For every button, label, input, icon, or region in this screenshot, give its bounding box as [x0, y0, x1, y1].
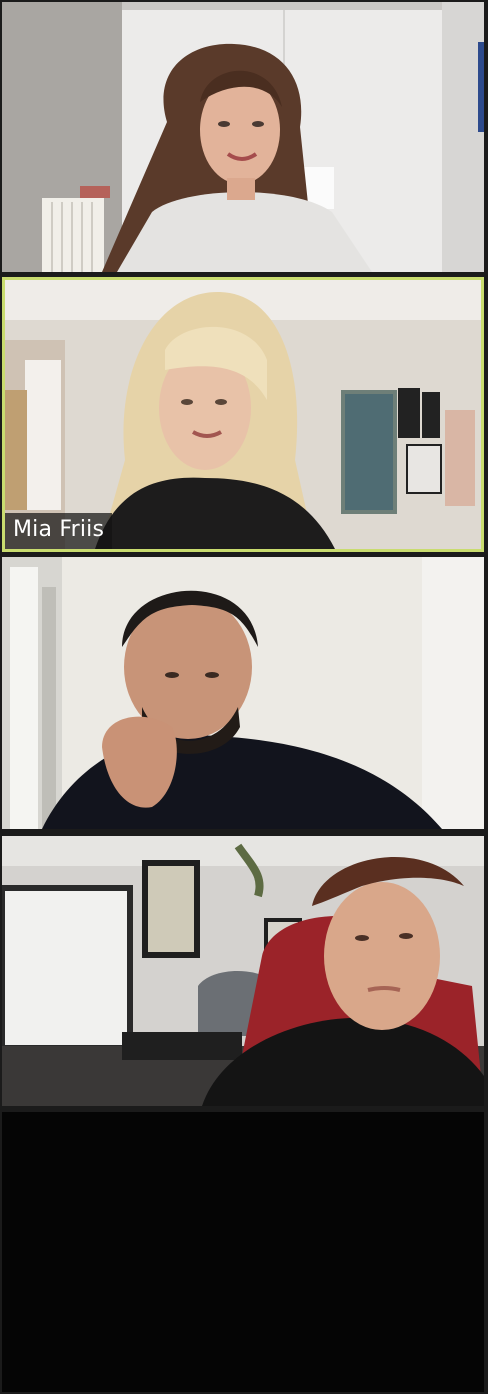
empty-gallery-slot — [2, 1112, 484, 1392]
participant-video-feed — [2, 557, 484, 829]
participant-video-feed — [5, 280, 481, 549]
participant-video-tile[interactable] — [2, 836, 484, 1106]
video-gallery: Mia Friis — [0, 0, 488, 1394]
participant-video-tile[interactable] — [2, 557, 484, 829]
participant-video-tile-active-speaker[interactable]: Mia Friis — [2, 277, 484, 552]
participant-video-feed — [2, 2, 484, 272]
participant-video-tile[interactable] — [2, 2, 484, 272]
participant-video-feed — [2, 836, 484, 1106]
participant-name-tag: Mia Friis — [5, 513, 113, 549]
